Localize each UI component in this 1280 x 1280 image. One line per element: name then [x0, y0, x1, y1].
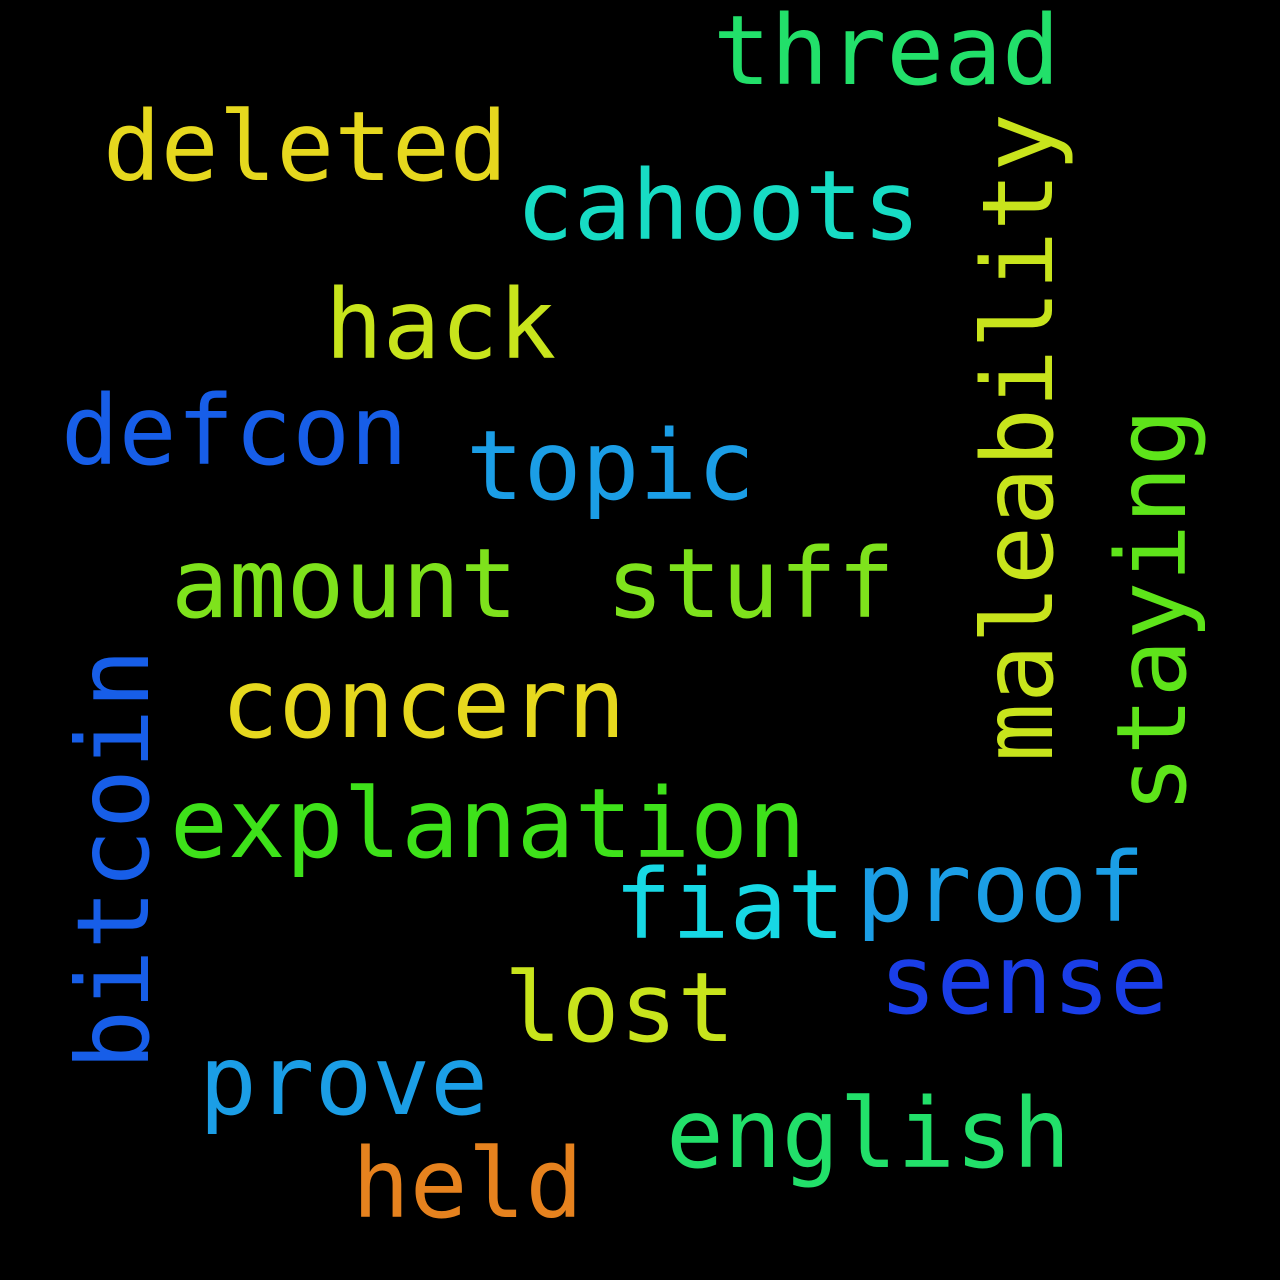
word-hack: hack — [325, 269, 557, 381]
word-amount: amount — [171, 528, 518, 640]
word-bitcoin: bitcoin — [55, 648, 172, 1070]
word-defcon: defcon — [61, 375, 408, 487]
word-fiat: fiat — [614, 849, 846, 961]
word-sense: sense — [879, 924, 1168, 1036]
word-english: english — [666, 1078, 1071, 1190]
word-deleted: deleted — [103, 91, 508, 203]
word-prove: prove — [199, 1025, 488, 1137]
word-thread: thread — [713, 0, 1060, 107]
word-lost: lost — [504, 952, 736, 1064]
word-proof: proof — [856, 832, 1145, 944]
word-topic: topic — [466, 410, 755, 522]
word-held: held — [352, 1128, 584, 1240]
word-stuff: stuff — [606, 528, 895, 640]
word-cloud: thread deleted cahoots maleability hack … — [0, 0, 1280, 1280]
word-staying: staying — [1096, 408, 1208, 813]
word-maleability: maleability — [962, 112, 1076, 762]
word-cahoots: cahoots — [516, 150, 921, 262]
word-concern: concern — [221, 648, 626, 760]
